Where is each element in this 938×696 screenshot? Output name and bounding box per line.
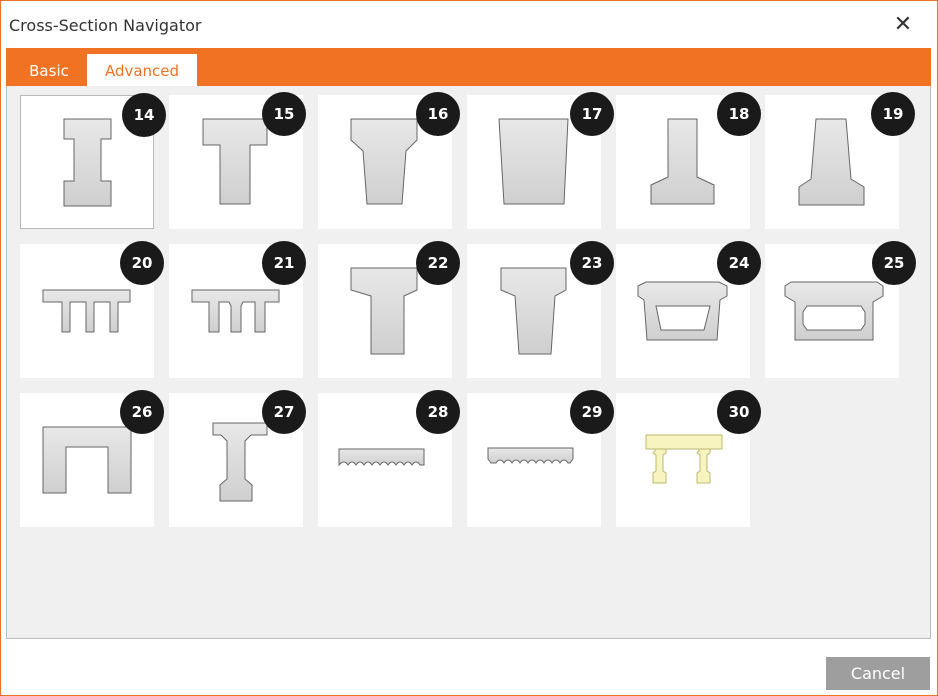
section-tile-22[interactable]: 22 (318, 241, 460, 378)
section-number-badge: 17 (570, 92, 614, 136)
dialog-title: Cross-Section Navigator (9, 16, 202, 35)
section-number-badge: 26 (120, 390, 164, 434)
section-tile-17[interactable]: 17 (467, 92, 614, 229)
section-number-badge: 21 (262, 241, 306, 285)
section-number-badge: 16 (416, 92, 460, 136)
section-tile-24[interactable]: 24 (616, 241, 761, 378)
section-number-badge: 28 (416, 390, 460, 434)
section-number-badge: 27 (262, 390, 306, 434)
section-tile-26[interactable]: 26 (20, 390, 164, 527)
section-tile-23[interactable]: 23 (467, 241, 614, 378)
sections-panel: 14 15 16 17 18 19 20 21 22 23 24 25 26 2… (6, 86, 931, 639)
section-tile-21[interactable]: 21 (169, 241, 306, 378)
section-tile-19[interactable]: 19 (765, 92, 915, 229)
tab-advanced[interactable]: Advanced (87, 54, 197, 86)
section-tile-28[interactable]: 28 (318, 390, 460, 527)
section-tile-16[interactable]: 16 (318, 92, 460, 229)
section-number-badge: 22 (416, 241, 460, 285)
tab-strip: Basic Advanced (6, 48, 931, 86)
section-tile-27[interactable]: 27 (169, 390, 306, 527)
cancel-button[interactable]: Cancel (826, 657, 930, 690)
section-tile-30[interactable]: 30 (616, 390, 761, 527)
section-number-badge: 14 (122, 93, 166, 137)
section-number-badge: 24 (717, 241, 761, 285)
section-number-badge: 25 (872, 241, 916, 285)
section-number-badge: 30 (717, 390, 761, 434)
section-number-badge: 20 (120, 241, 164, 285)
title-bar: Cross-Section Navigator ✕ (1, 1, 937, 49)
section-number-badge: 15 (262, 92, 306, 136)
section-number-badge: 23 (570, 241, 614, 285)
tab-basic[interactable]: Basic (20, 54, 78, 86)
section-tile-18[interactable]: 18 (616, 92, 761, 229)
section-tile-29[interactable]: 29 (467, 390, 614, 527)
section-tile-25[interactable]: 25 (765, 241, 916, 378)
section-number-badge: 29 (570, 390, 614, 434)
section-number-badge: 18 (717, 92, 761, 136)
section-tile-20[interactable]: 20 (20, 241, 164, 378)
section-tile-14[interactable]: 14 (20, 93, 166, 229)
section-tile-15[interactable]: 15 (169, 92, 306, 229)
section-number-badge: 19 (871, 92, 915, 136)
close-icon[interactable]: ✕ (889, 9, 917, 41)
